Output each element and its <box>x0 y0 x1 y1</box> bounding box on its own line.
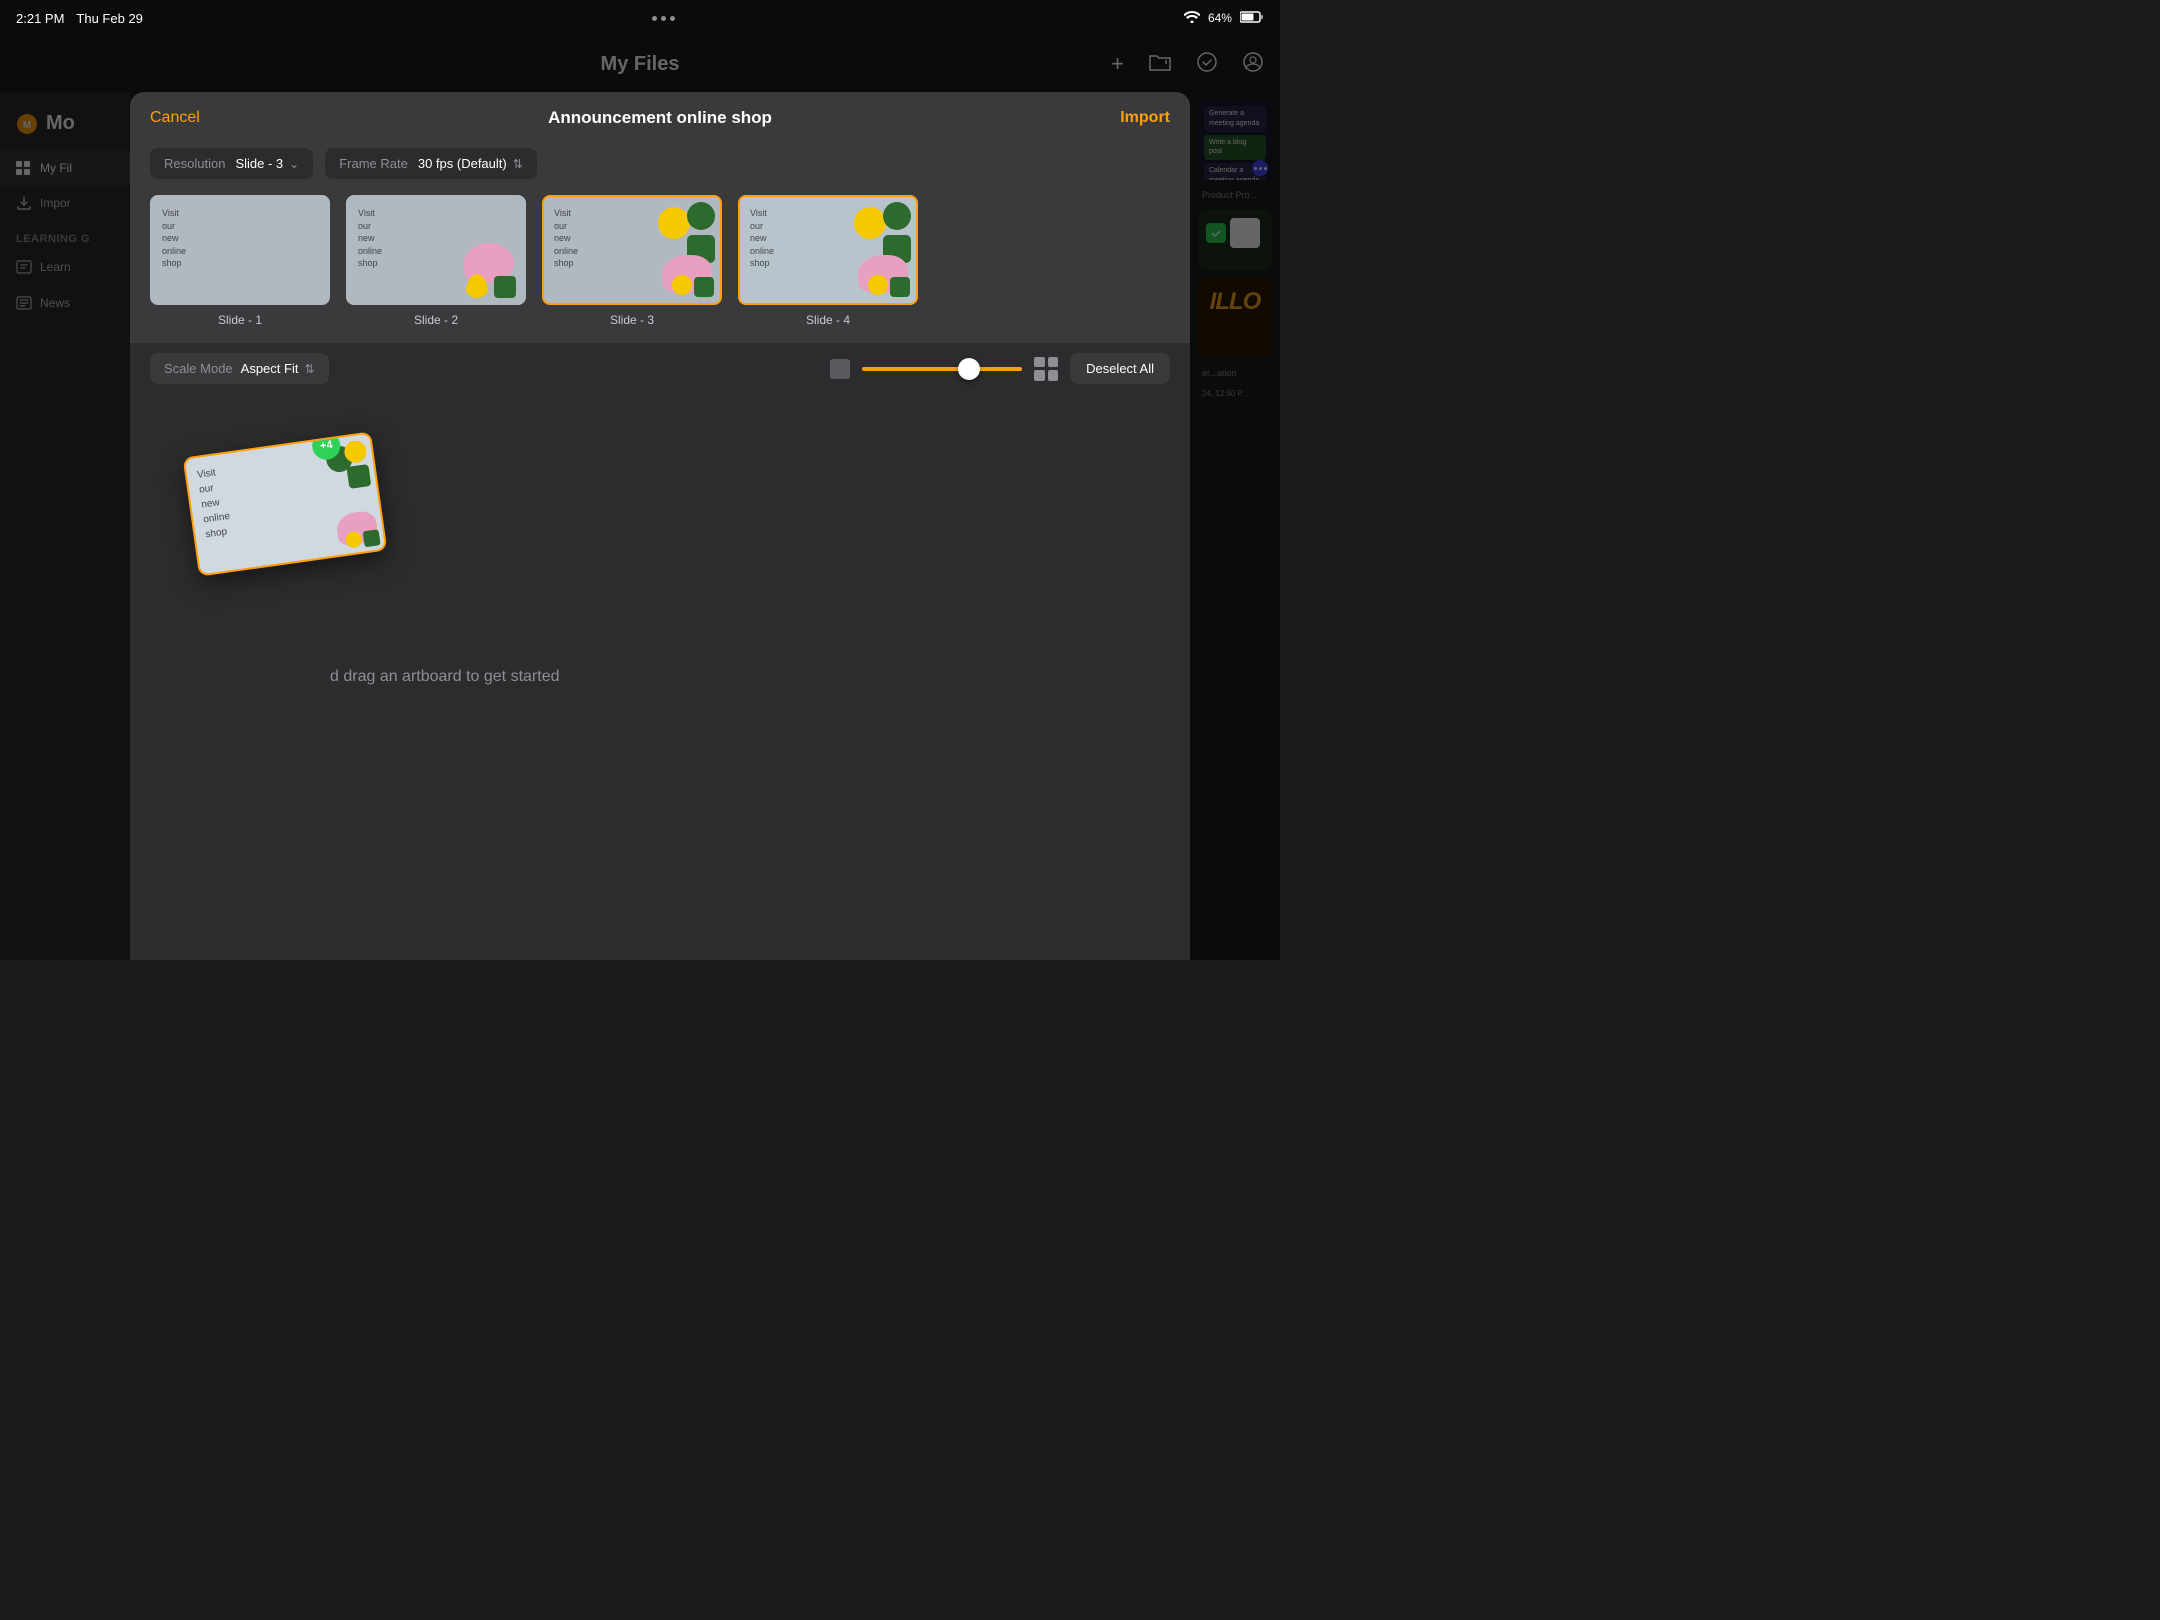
slide-label-1: Slide - 1 <box>218 313 262 327</box>
modal-controls: Resolution Slide - 3 ⌄ Frame Rate 30 fps… <box>130 140 1190 195</box>
slide-text-2: Visitournewonlineshop <box>358 207 382 270</box>
slide-item-2[interactable]: Visitournewonlineshop Slide - 2 <box>346 195 526 327</box>
battery-icon <box>1240 11 1264 26</box>
deselect-all-button[interactable]: Deselect All <box>1070 353 1170 384</box>
modal-toolbar: Scale Mode Aspect Fit ⇅ Deselect All <box>130 343 1190 394</box>
cancel-button[interactable]: Cancel <box>150 109 200 127</box>
slide-thumb-3[interactable]: Visitournewonlineshop <box>542 195 722 305</box>
slide-label-4: Slide - 4 <box>806 313 850 327</box>
time-display: 2:21 PM <box>16 11 64 26</box>
slide-item-3[interactable]: Visitournewonlineshop Slide - 3 <box>542 195 722 327</box>
slider-track <box>862 367 1022 371</box>
resolution-value: Slide - 3 <box>235 156 283 171</box>
size-slider[interactable] <box>862 367 1022 371</box>
slides-grid: Visitournewonlineshop Slide - 1 Visitour… <box>130 195 1190 343</box>
drag-card-text: Visitournewonlineshop <box>196 464 233 542</box>
status-bar: 2:21 PM Thu Feb 29 64% <box>0 0 1280 36</box>
slide-label-2: Slide - 2 <box>414 313 458 327</box>
wifi-icon <box>1184 11 1200 26</box>
slide-text-3: Visitournewonlineshop <box>554 207 578 270</box>
framerate-value: 30 fps (Default) <box>418 156 507 171</box>
scale-mode-label: Scale Mode <box>164 361 233 376</box>
small-color-swatch <box>830 359 850 379</box>
scale-mode-value: Aspect Fit <box>241 361 299 376</box>
import-button[interactable]: Import <box>1120 109 1170 127</box>
slide-item-1[interactable]: Visitournewonlineshop Slide - 1 <box>150 195 330 327</box>
drag-card: +4 Visitournewonlineshop <box>183 431 388 576</box>
modal-title: Announcement online shop <box>548 108 772 128</box>
slide-item-4[interactable]: Visitournewonlineshop Slide - 4 <box>738 195 918 327</box>
grid-view-icon[interactable] <box>1034 357 1058 381</box>
battery-display: 64% <box>1208 11 1232 25</box>
slide-thumb-4[interactable]: Visitournewonlineshop <box>738 195 918 305</box>
chevron-down-icon: ⌄ <box>289 157 299 171</box>
framerate-picker[interactable]: Frame Rate 30 fps (Default) ⇅ <box>325 148 537 179</box>
slider-thumb[interactable] <box>958 358 980 380</box>
drop-hint-text: d drag an artboard to get started <box>330 668 559 686</box>
date-display: Thu Feb 29 <box>76 11 143 26</box>
slide-text-4: Visitournewonlineshop <box>750 207 774 270</box>
slide-thumb-2[interactable]: Visitournewonlineshop <box>346 195 526 305</box>
resolution-label: Resolution <box>164 156 225 171</box>
slide-thumb-1[interactable]: Visitournewonlineshop <box>150 195 330 305</box>
slide-text-1: Visitournewonlineshop <box>162 207 186 270</box>
slide-label-3: Slide - 3 <box>610 313 654 327</box>
three-dots-indicator <box>652 16 675 21</box>
drop-zone[interactable]: +4 Visitournewonlineshop d drag an artbo… <box>130 394 1190 960</box>
framerate-label: Frame Rate <box>339 156 408 171</box>
modal-dialog: Cancel Announcement online shop Import R… <box>130 92 1190 960</box>
updown-icon: ⇅ <box>513 157 523 171</box>
scale-updown-icon: ⇅ <box>304 362 314 376</box>
resolution-picker[interactable]: Resolution Slide - 3 ⌄ <box>150 148 313 179</box>
modal-header: Cancel Announcement online shop Import <box>130 92 1190 140</box>
scale-mode-control[interactable]: Scale Mode Aspect Fit ⇅ <box>150 353 329 384</box>
